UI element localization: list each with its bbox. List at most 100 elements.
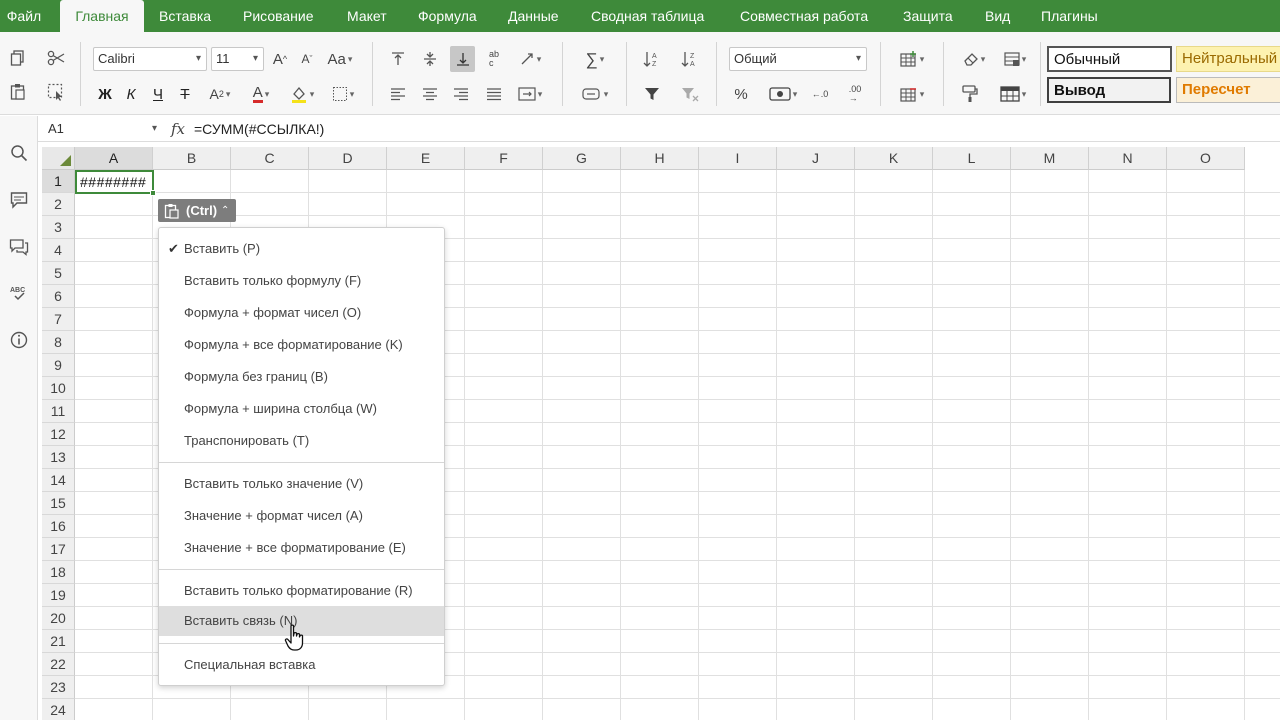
menu-item-formula-column-width[interactable]: Формула + ширина столбца (W) xyxy=(159,394,444,424)
column-header-h[interactable]: H xyxy=(621,147,699,170)
font-name-select[interactable]: Calibri ▾ xyxy=(93,47,207,71)
menu-item-transpose[interactable]: Транспонировать (T) xyxy=(159,426,444,456)
decrease-font-icon[interactable]: Aˇ xyxy=(297,47,317,71)
row-header-19[interactable]: 19 xyxy=(42,584,75,607)
comments-icon[interactable] xyxy=(0,187,38,213)
column-header-d[interactable]: D xyxy=(309,147,387,170)
delete-cells-icon[interactable]: ▾ xyxy=(894,82,930,106)
eraser-icon[interactable]: ▾ xyxy=(956,47,992,71)
text-orientation-icon[interactable]: ▾ xyxy=(512,47,548,71)
column-header-n[interactable]: N xyxy=(1089,147,1167,170)
row-header-6[interactable]: 6 xyxy=(42,285,75,308)
row-header-20[interactable]: 20 xyxy=(42,607,75,630)
sort-descending-icon[interactable]: ZA xyxy=(678,47,702,71)
align-middle-icon[interactable] xyxy=(419,47,441,71)
active-cell[interactable]: ######## xyxy=(75,170,156,196)
align-bottom-icon[interactable] xyxy=(450,46,475,72)
row-header-8[interactable]: 8 xyxy=(42,331,75,354)
column-header-j[interactable]: J xyxy=(777,147,855,170)
style-calculation[interactable]: Пересчет xyxy=(1176,77,1280,103)
wrap-text-icon[interactable]: ab c xyxy=(483,47,505,71)
column-header-o[interactable]: O xyxy=(1167,147,1245,170)
name-box[interactable]: A1 ▾ xyxy=(44,118,161,140)
tab-file[interactable]: Файл xyxy=(0,0,48,32)
select-all-corner[interactable] xyxy=(42,147,75,170)
row-header-17[interactable]: 17 xyxy=(42,538,75,561)
tab-protection[interactable]: Защита xyxy=(903,0,953,32)
column-header-b[interactable]: B xyxy=(153,147,231,170)
column-header-e[interactable]: E xyxy=(387,147,465,170)
format-as-table-icon[interactable]: ▾ xyxy=(994,82,1032,106)
row-header-23[interactable]: 23 xyxy=(42,676,75,699)
clear-filter-icon[interactable] xyxy=(678,82,702,106)
row-header-7[interactable]: 7 xyxy=(42,308,75,331)
style-output[interactable]: Вывод xyxy=(1047,77,1171,103)
borders-icon[interactable]: ▾ xyxy=(326,82,360,106)
paste-options-button[interactable]: (Ctrl) ⌃ xyxy=(158,199,236,222)
column-header-a[interactable]: A xyxy=(75,147,153,170)
menu-item-value-number-format[interactable]: Значение + формат чисел (A) xyxy=(159,501,444,531)
chat-icon[interactable] xyxy=(0,234,38,260)
bold-button[interactable]: Ж xyxy=(95,82,115,106)
column-header-c[interactable]: C xyxy=(231,147,309,170)
tab-pivot-table[interactable]: Сводная таблица xyxy=(591,0,704,32)
row-header-5[interactable]: 5 xyxy=(42,262,75,285)
row-header-4[interactable]: 4 xyxy=(42,239,75,262)
row-header-1[interactable]: 1 xyxy=(42,170,75,193)
row-header-10[interactable]: 10 xyxy=(42,377,75,400)
column-header-i[interactable]: I xyxy=(699,147,777,170)
italic-button[interactable]: К xyxy=(121,82,141,106)
style-normal[interactable]: Обычный xyxy=(1047,46,1172,72)
font-size-select[interactable]: 11 ▾ xyxy=(211,47,264,71)
currency-format-icon[interactable]: ▾ xyxy=(763,82,803,106)
row-header-22[interactable]: 22 xyxy=(42,653,75,676)
justify-icon[interactable] xyxy=(483,82,505,106)
column-header-m[interactable]: M xyxy=(1011,147,1089,170)
fill-color-icon[interactable]: ▾ xyxy=(284,82,320,106)
info-icon[interactable] xyxy=(0,327,38,353)
font-color-icon[interactable]: A ▾ xyxy=(244,82,278,106)
row-header-11[interactable]: 11 xyxy=(42,400,75,423)
row-header-13[interactable]: 13 xyxy=(42,446,75,469)
decrease-decimal-icon[interactable]: ←.0 xyxy=(808,82,832,106)
row-header-16[interactable]: 16 xyxy=(42,515,75,538)
row-header-14[interactable]: 14 xyxy=(42,469,75,492)
menu-item-paste-formatting-only[interactable]: Вставить только форматирование (R) xyxy=(159,576,444,606)
menu-item-paste-value-only[interactable]: Вставить только значение (V) xyxy=(159,469,444,499)
filter-icon[interactable] xyxy=(640,82,664,106)
subscript-icon[interactable]: A 2 ▾ xyxy=(203,82,237,106)
insert-cells-icon[interactable]: ▾ xyxy=(894,47,930,71)
align-left-icon[interactable] xyxy=(387,82,409,106)
column-header-f[interactable]: F xyxy=(465,147,543,170)
tab-data[interactable]: Данные xyxy=(508,0,559,32)
tab-insert[interactable]: Вставка xyxy=(159,0,211,32)
column-header-l[interactable]: L xyxy=(933,147,1011,170)
align-right-icon[interactable] xyxy=(450,82,472,106)
spellcheck-icon[interactable]: ABC xyxy=(0,280,38,306)
row-header-12[interactable]: 12 xyxy=(42,423,75,446)
named-ranges-icon[interactable]: ▾ xyxy=(577,82,613,106)
format-painter-icon[interactable] xyxy=(956,82,984,106)
cut-icon[interactable] xyxy=(44,46,68,70)
fill-handle[interactable] xyxy=(150,190,156,196)
tab-draw[interactable]: Рисование xyxy=(243,0,314,32)
tab-plugins[interactable]: Плагины xyxy=(1041,0,1098,32)
align-center-icon[interactable] xyxy=(419,82,441,106)
row-header-3[interactable]: 3 xyxy=(42,216,75,239)
strikethrough-button[interactable]: Т xyxy=(175,82,195,106)
menu-item-paste[interactable]: ✔ Вставить (P) xyxy=(159,234,444,264)
menu-item-formula-no-borders[interactable]: Формула без границ (B) xyxy=(159,362,444,392)
menu-item-value-all-formatting[interactable]: Значение + все форматирование (E) xyxy=(159,533,444,563)
paste-icon[interactable] xyxy=(6,80,30,104)
tab-collaboration[interactable]: Совместная работа xyxy=(740,0,868,32)
number-format-select[interactable]: Общий ▾ xyxy=(729,47,867,71)
sort-ascending-icon[interactable]: AZ xyxy=(640,47,664,71)
row-header-24[interactable]: 24 xyxy=(42,699,75,720)
row-header-9[interactable]: 9 xyxy=(42,354,75,377)
menu-item-formula-all-formatting[interactable]: Формула + все форматирование (K) xyxy=(159,330,444,360)
menu-item-paste-formula-only[interactable]: Вставить только формулу (F) xyxy=(159,266,444,296)
increase-font-icon[interactable]: A ^ xyxy=(270,47,290,71)
tab-layout[interactable]: Макет xyxy=(347,0,387,32)
search-icon[interactable] xyxy=(0,140,38,166)
underline-button[interactable]: Ч xyxy=(148,82,168,106)
